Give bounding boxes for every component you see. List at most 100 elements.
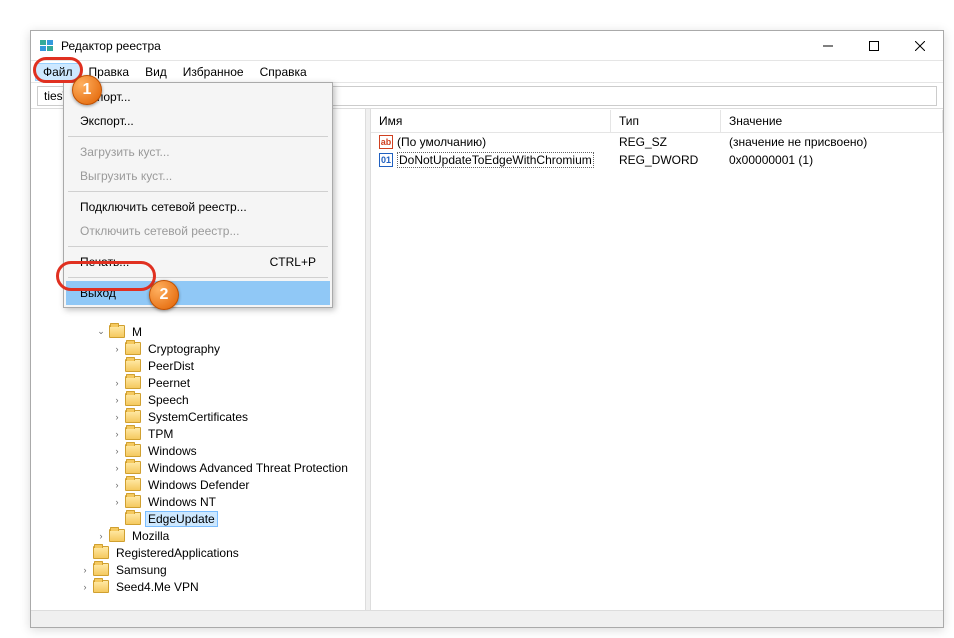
tree-node-label: Speech — [145, 393, 192, 407]
folder-icon — [125, 478, 141, 491]
tree-node[interactable]: › TPM — [111, 425, 365, 442]
menu-view[interactable]: Вид — [137, 63, 175, 81]
folder-icon — [109, 325, 125, 338]
tree-node[interactable]: › Peernet — [111, 374, 365, 391]
folder-icon — [125, 393, 141, 406]
tree-node-label: TPM — [145, 427, 176, 441]
menu-separator — [68, 191, 328, 192]
folder-icon — [125, 495, 141, 508]
expand-icon[interactable]: › — [111, 445, 123, 457]
tree-node[interactable]: › Windows Defender — [111, 476, 365, 493]
folder-icon — [125, 410, 141, 423]
expand-icon[interactable]: › — [111, 343, 123, 355]
expand-icon[interactable]: › — [111, 479, 123, 491]
minimize-button[interactable] — [805, 31, 851, 61]
tree-node-microsoft[interactable]: ⌄ M — [95, 323, 365, 340]
blank-icon — [79, 547, 91, 559]
tree-node-label: Peernet — [145, 376, 193, 390]
menu-item-unload-hive: Выгрузить куст... — [66, 164, 330, 188]
column-type[interactable]: Тип — [611, 110, 721, 132]
column-data[interactable]: Значение — [721, 110, 943, 132]
value-data: (значение не присвоено) — [721, 134, 943, 150]
folder-icon — [125, 461, 141, 474]
tree-node[interactable]: › SystemCertificates — [111, 408, 365, 425]
expand-icon[interactable]: › — [79, 581, 91, 593]
blank-icon — [111, 360, 123, 372]
menu-separator — [68, 136, 328, 137]
menu-item-import[interactable]: Импорт... — [66, 85, 330, 109]
menu-item-load-hive: Загрузить куст... — [66, 140, 330, 164]
tree-node-label: Windows Defender — [145, 478, 252, 492]
badge-1: 1 — [72, 75, 102, 105]
value-row[interactable]: ab (По умолчанию) REG_SZ(значение не присв… — [371, 133, 943, 151]
menu-item-exit[interactable]: Выход — [66, 281, 330, 305]
tree-node-mozilla[interactable]: › Mozilla — [95, 527, 365, 544]
tree-node[interactable]: › Cryptography — [111, 340, 365, 357]
menu-separator — [68, 246, 328, 247]
folder-icon — [93, 546, 109, 559]
menu-file[interactable]: Файл — [35, 63, 81, 81]
tree-node-label: Seed4.Me VPN — [113, 580, 202, 594]
horizontal-scrollbar[interactable] — [31, 610, 943, 627]
blank-icon — [111, 513, 123, 525]
tree-node[interactable]: › Windows Advanced Threat Protection — [111, 459, 365, 476]
folder-icon — [125, 342, 141, 355]
expand-icon[interactable]: › — [95, 530, 107, 542]
tree-node[interactable]: › Windows NT — [111, 493, 365, 510]
tree-node-label: Windows NT — [145, 495, 219, 509]
maximize-button[interactable] — [851, 31, 897, 61]
folder-icon — [125, 376, 141, 389]
tree-node-label: RegisteredApplications — [113, 546, 242, 560]
registry-tree: ⌄ M › CryptographyPeerDist › Peernet › Speech… — [35, 323, 365, 595]
menubar: Файл Правка Вид Избранное Справка — [31, 61, 943, 83]
column-name[interactable]: Имя — [371, 110, 611, 132]
menu-item-export[interactable]: Экспорт... — [66, 109, 330, 133]
collapse-icon[interactable]: ⌄ — [95, 326, 107, 338]
list-header: Имя Тип Значение — [371, 109, 943, 133]
close-button[interactable] — [897, 31, 943, 61]
tree-node[interactable]: › Seed4.Me VPN — [79, 578, 365, 595]
folder-icon — [125, 427, 141, 440]
dword-value-icon: 01 — [379, 153, 393, 167]
tree-node[interactable]: ›Samsung — [79, 561, 365, 578]
value-row[interactable]: 01 DoNotUpdateToEdgeWithChromium REG_DWORD… — [371, 151, 943, 169]
tree-node[interactable]: › Windows — [111, 442, 365, 459]
value-name: DoNotUpdateToEdgeWithChromium — [397, 152, 594, 168]
menu-item-connect-network[interactable]: Подключить сетевой реестр... — [66, 195, 330, 219]
expand-icon[interactable]: › — [111, 411, 123, 423]
file-menu-dropdown: Импорт... Экспорт... Загрузить куст... В… — [63, 82, 333, 308]
string-value-icon: ab — [379, 135, 393, 149]
tree-node-label: Windows Advanced Threat Protection — [145, 461, 351, 475]
value-type: REG_SZ — [611, 134, 721, 150]
expand-icon[interactable]: › — [111, 377, 123, 389]
badge-2: 2 — [149, 280, 179, 310]
expand-icon[interactable]: › — [79, 564, 91, 576]
menu-help[interactable]: Справка — [252, 63, 315, 81]
folder-icon — [125, 512, 141, 525]
tree-node[interactable]: PeerDist — [111, 357, 365, 374]
tree-node[interactable]: EdgeUpdate — [111, 510, 365, 527]
menu-separator — [68, 277, 328, 278]
list-pane: Имя Тип Значение ab (По умолчанию) REG_SZ(… — [371, 109, 943, 610]
app-icon — [39, 38, 55, 54]
expand-icon[interactable]: › — [111, 496, 123, 508]
window-title: Редактор реестра — [61, 39, 805, 53]
value-name: (По умолчанию) — [397, 135, 486, 149]
folder-icon — [109, 529, 125, 542]
titlebar: Редактор реестра — [31, 31, 943, 61]
expand-icon[interactable]: › — [111, 428, 123, 440]
folder-icon — [125, 444, 141, 457]
list-rows: ab (По умолчанию) REG_SZ(значение не присв… — [371, 133, 943, 169]
tree-node-label: SystemCertificates — [145, 410, 251, 424]
value-type: REG_DWORD — [611, 152, 721, 168]
menu-favorites[interactable]: Избранное — [175, 63, 252, 81]
tree-node[interactable]: RegisteredApplications — [79, 544, 365, 561]
tree-node-label: EdgeUpdate — [145, 511, 218, 527]
expand-icon[interactable]: › — [111, 394, 123, 406]
tree-node-label: Windows — [145, 444, 200, 458]
tree-node[interactable]: › Speech — [111, 391, 365, 408]
menu-item-print[interactable]: Печать...CTRL+P — [66, 250, 330, 274]
expand-icon[interactable]: › — [111, 462, 123, 474]
tree-node-label: Cryptography — [145, 342, 223, 356]
folder-icon — [125, 359, 141, 372]
